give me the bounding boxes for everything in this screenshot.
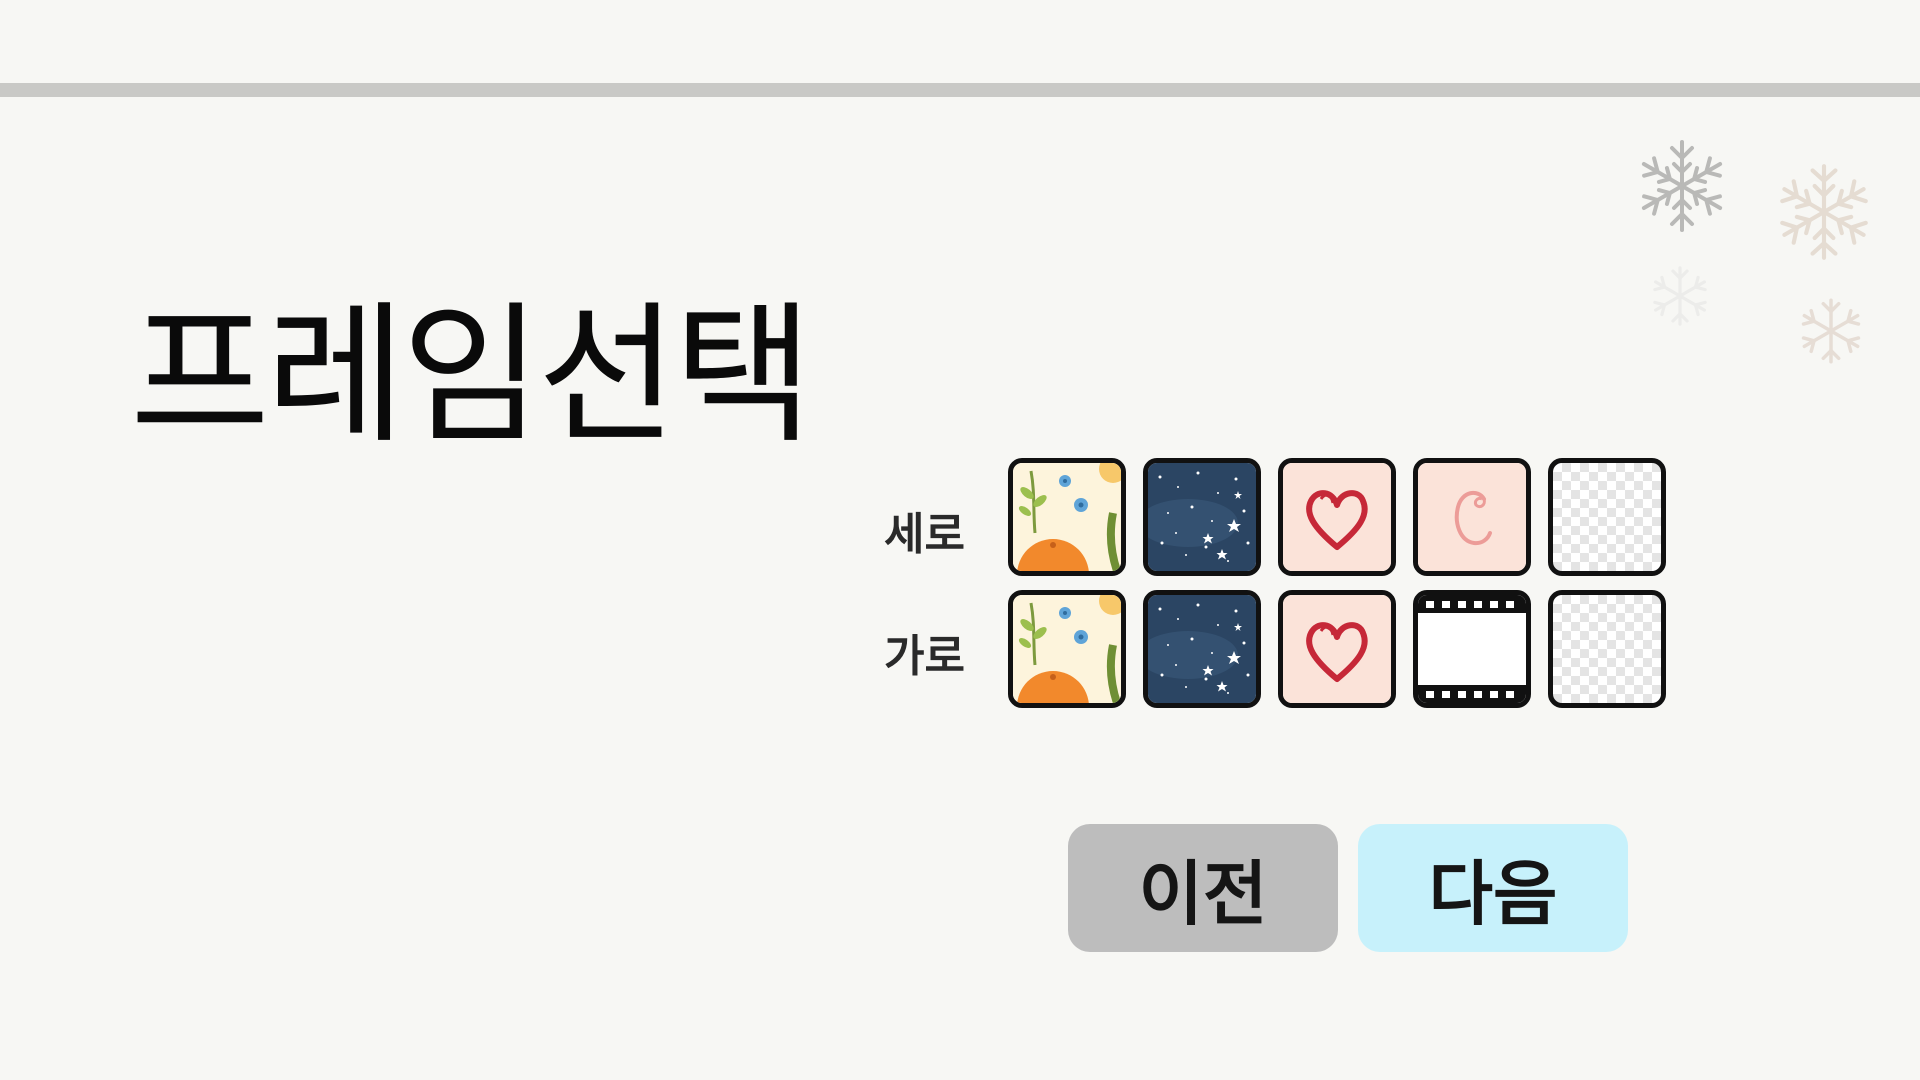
frame-option-horizontal-citrus[interactable]: [1008, 590, 1126, 708]
page-title: 프레임선택: [130, 286, 813, 464]
heart-icon: [1283, 595, 1391, 703]
frame-option-horizontal-starry[interactable]: [1143, 590, 1261, 708]
row-label-vertical: 세로: [884, 509, 965, 560]
snowflake-icon: [1772, 164, 1876, 264]
starry-night-icon: [1148, 463, 1256, 571]
citrus-pattern-icon: [1013, 463, 1121, 571]
frame-option-horizontal-film[interactable]: [1413, 590, 1531, 708]
top-divider: [0, 83, 1920, 97]
next-button[interactable]: 다음: [1358, 824, 1628, 952]
prev-button[interactable]: 이전: [1068, 824, 1338, 952]
frame-option-vertical-cursive-c[interactable]: [1413, 458, 1531, 576]
frame-option-vertical-citrus[interactable]: [1008, 458, 1126, 576]
frame-option-horizontal-transparent[interactable]: [1548, 590, 1666, 708]
frame-option-vertical-transparent[interactable]: [1548, 458, 1666, 576]
frame-option-horizontal-heart[interactable]: [1278, 590, 1396, 708]
frame-option-vertical-heart[interactable]: [1278, 458, 1396, 576]
heart-icon: [1283, 463, 1391, 571]
row-label-horizontal: 가로: [884, 631, 965, 682]
snowflake-icon: [1798, 298, 1864, 364]
frame-select-screen: 프레임선택 세로 가로 이전 다음: [0, 0, 1920, 1080]
starry-night-icon: [1148, 595, 1256, 703]
film-strip-icon: [1418, 595, 1526, 703]
snowflake-icon: [1636, 140, 1728, 232]
citrus-pattern-icon: [1013, 595, 1121, 703]
snowflake-icon: [1650, 266, 1710, 326]
cursive-c-icon: [1418, 463, 1526, 571]
frame-option-vertical-starry[interactable]: [1143, 458, 1261, 576]
